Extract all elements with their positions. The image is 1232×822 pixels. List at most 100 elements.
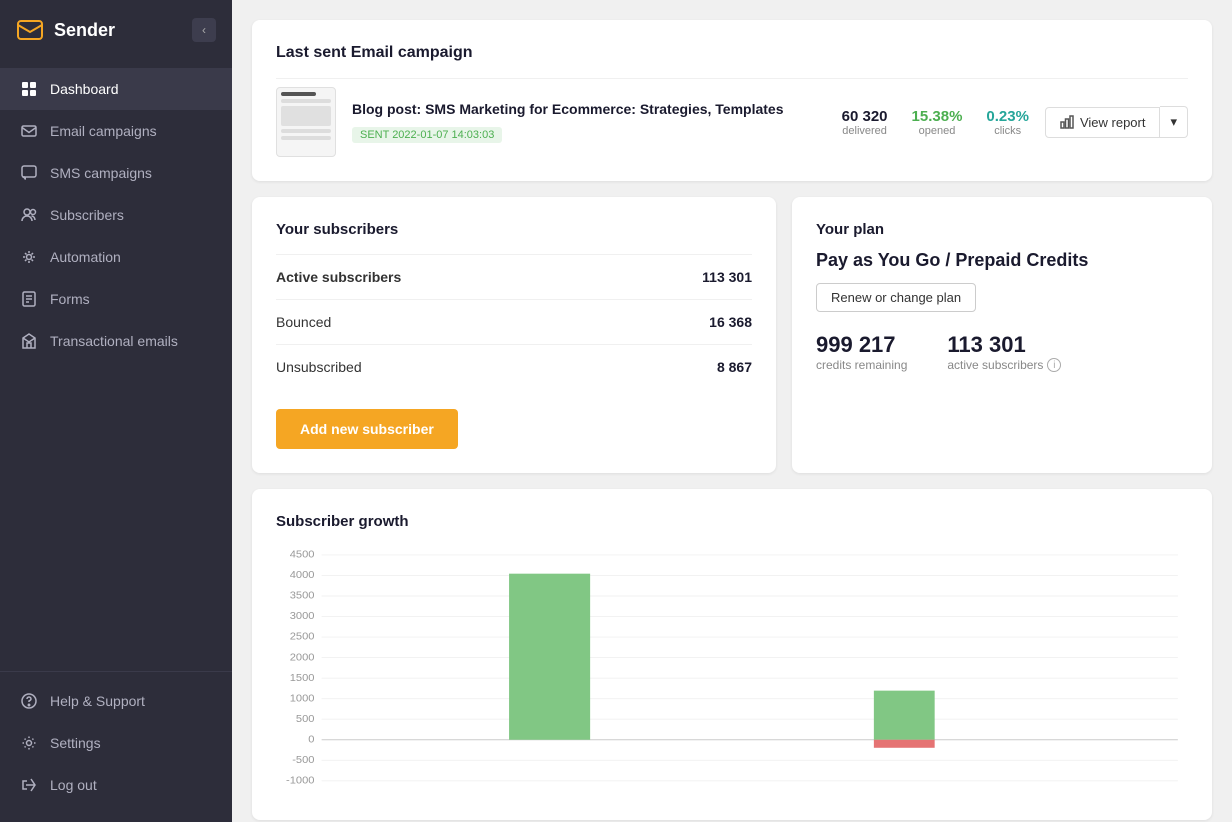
svg-text:-500: -500 — [292, 755, 314, 766]
opened-value: 15.38% — [912, 108, 963, 125]
stat-delivered: 60 320 delivered — [842, 108, 888, 137]
plan-active-value: 113 301 — [947, 332, 1061, 358]
sidebar-item-label: Automation — [50, 249, 121, 265]
opened-label: opened — [912, 125, 963, 137]
bounced-row: Bounced 16 368 — [276, 299, 752, 344]
campaign-row: Blog post: SMS Marketing for Ecommerce: … — [276, 78, 1188, 157]
plan-stats: 999 217 credits remaining 113 301 active… — [816, 332, 1188, 372]
subscribers-card-title: Your subscribers — [276, 221, 752, 238]
bar-1-pos — [509, 574, 590, 740]
sidebar-nav: Dashboard Email campaigns SMS campaigns … — [0, 60, 232, 671]
campaign-stats: 60 320 delivered 15.38% opened 0.23% cli… — [842, 108, 1029, 137]
settings-icon — [20, 734, 38, 752]
svg-text:-1000: -1000 — [286, 775, 315, 786]
delivered-value: 60 320 — [842, 108, 888, 125]
delivered-label: delivered — [842, 125, 888, 137]
sidebar-item-automation[interactable]: Automation — [0, 236, 232, 278]
svg-text:1000: 1000 — [290, 693, 315, 704]
clicks-label: clicks — [986, 125, 1029, 137]
view-report-label: View report — [1080, 115, 1146, 130]
active-subscribers-row: Active subscribers 113 301 — [276, 254, 752, 299]
sidebar-item-email-campaigns[interactable]: Email campaigns — [0, 110, 232, 152]
transactional-icon — [20, 332, 38, 350]
campaign-sent-badge: SENT 2022-01-07 14:03:03 — [352, 127, 502, 143]
unsubscribed-label: Unsubscribed — [276, 359, 362, 375]
svg-text:500: 500 — [296, 713, 315, 724]
growth-chart: 4500 4000 3500 3000 2500 2000 1500 1000 … — [276, 546, 1188, 796]
thumb-line — [281, 136, 331, 140]
sidebar-item-label: Dashboard — [50, 81, 119, 97]
plan-active-label: active subscribers i — [947, 358, 1061, 372]
clicks-value: 0.23% — [986, 108, 1029, 125]
campaign-thumbnail — [276, 87, 336, 157]
sidebar-item-transactional-emails[interactable]: Transactional emails — [0, 320, 232, 362]
sidebar-item-label: Email campaigns — [50, 123, 157, 139]
credits-label: credits remaining — [816, 358, 907, 372]
chart-container: 4500 4000 3500 3000 2500 2000 1500 1000 … — [276, 546, 1188, 796]
campaign-name: Blog post: SMS Marketing for Ecommerce: … — [352, 101, 826, 117]
bounced-label: Bounced — [276, 314, 331, 330]
sidebar-item-label: SMS campaigns — [50, 165, 152, 181]
footer-item-label: Help & Support — [50, 693, 145, 709]
bounced-value: 16 368 — [709, 314, 752, 330]
two-col-section: Your subscribers Active subscribers 113 … — [252, 197, 1212, 473]
sidebar-item-sms-campaigns[interactable]: SMS campaigns — [0, 152, 232, 194]
sidebar: Sender ‹ Dashboard Email campaigns SMS c… — [0, 0, 232, 822]
dashboard-icon — [20, 80, 38, 98]
automation-icon — [20, 248, 38, 266]
logo-text: Sender — [54, 20, 115, 41]
last-campaign-card: Last sent Email campaign Blog post: SMS … — [252, 20, 1212, 181]
sidebar-collapse-button[interactable]: ‹ — [192, 18, 216, 42]
growth-title: Subscriber growth — [276, 513, 1188, 530]
active-subscribers-stat: 113 301 active subscribers i — [947, 332, 1061, 372]
renew-plan-button[interactable]: Renew or change plan — [816, 283, 976, 312]
chart-icon — [1060, 115, 1074, 129]
forms-icon — [20, 290, 38, 308]
info-icon[interactable]: i — [1047, 358, 1061, 372]
sidebar-footer: Help & Support Settings Log out — [0, 671, 232, 822]
thumb-line — [281, 129, 331, 133]
plan-card: Your plan Pay as You Go / Prepaid Credit… — [792, 197, 1212, 473]
sidebar-item-dashboard[interactable]: Dashboard — [0, 68, 232, 110]
growth-card: Subscriber growth 4500 4000 — [252, 489, 1212, 820]
main-content: Last sent Email campaign Blog post: SMS … — [232, 0, 1232, 822]
sender-logo-icon — [16, 19, 44, 41]
svg-text:3500: 3500 — [290, 590, 315, 601]
email-icon — [20, 122, 38, 140]
bar-2-pos — [874, 691, 935, 740]
add-subscriber-button[interactable]: Add new subscriber — [276, 409, 458, 449]
thumb-line — [281, 99, 331, 103]
footer-item-label: Log out — [50, 777, 97, 793]
svg-text:2500: 2500 — [290, 631, 315, 642]
sidebar-item-label: Subscribers — [50, 207, 124, 223]
sms-icon — [20, 164, 38, 182]
campaign-info: Blog post: SMS Marketing for Ecommerce: … — [352, 101, 826, 143]
view-report-button[interactable]: View report — [1045, 107, 1161, 138]
logout-icon — [20, 776, 38, 794]
report-btn-group: View report ▾ — [1045, 106, 1188, 138]
stat-clicks: 0.23% clicks — [986, 108, 1029, 137]
sidebar-item-help-support[interactable]: Help & Support — [0, 680, 232, 722]
sidebar-item-logout[interactable]: Log out — [0, 764, 232, 806]
sidebar-item-subscribers[interactable]: Subscribers — [0, 194, 232, 236]
footer-item-label: Settings — [50, 735, 101, 751]
campaign-section-title: Last sent Email campaign — [276, 44, 1188, 62]
sidebar-item-label: Transactional emails — [50, 333, 178, 349]
report-dropdown-button[interactable]: ▾ — [1160, 106, 1188, 138]
active-subscribers-label: Active subscribers — [276, 269, 401, 285]
svg-text:2000: 2000 — [290, 652, 315, 663]
sidebar-item-label: Forms — [50, 291, 90, 307]
credits-value: 999 217 — [816, 332, 907, 358]
active-subscribers-value: 113 301 — [702, 269, 752, 285]
svg-text:4500: 4500 — [290, 549, 315, 560]
thumb-line — [281, 92, 316, 96]
sidebar-item-forms[interactable]: Forms — [0, 278, 232, 320]
svg-text:4000: 4000 — [290, 570, 315, 581]
thumb-block — [281, 106, 331, 126]
credits-stat: 999 217 credits remaining — [816, 332, 907, 372]
plan-card-title: Your plan — [816, 221, 1188, 238]
svg-text:3000: 3000 — [290, 611, 315, 622]
plan-name: Pay as You Go / Prepaid Credits — [816, 250, 1188, 271]
sidebar-item-settings[interactable]: Settings — [0, 722, 232, 764]
unsubscribed-value: 8 867 — [717, 359, 752, 375]
